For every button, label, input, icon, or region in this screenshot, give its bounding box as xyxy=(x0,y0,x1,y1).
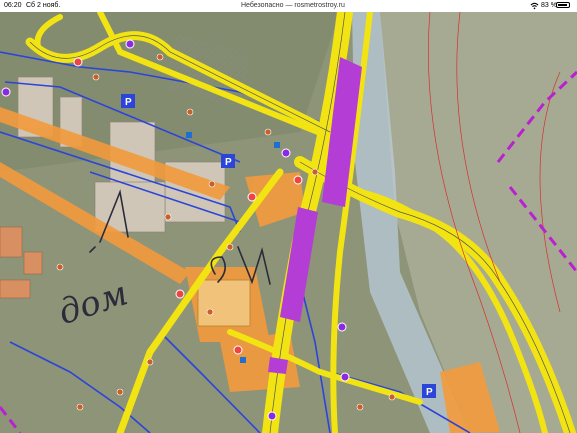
status-bar: 06:20 Сб 2 нояб. Небезопасно — rosmetros… xyxy=(0,0,577,12)
metro-icon xyxy=(281,148,291,158)
metro-icon xyxy=(1,87,11,97)
svg-text:P: P xyxy=(225,157,232,168)
metro-icon xyxy=(340,372,350,382)
metro-exit xyxy=(268,357,288,374)
battery-icon xyxy=(556,2,570,8)
svg-text:P: P xyxy=(125,97,132,108)
bus-stop-icon xyxy=(73,57,83,67)
status-time: 06:20 xyxy=(4,2,22,9)
address-bar-url[interactable]: Небезопасно — rosmetrostroy.ru xyxy=(241,2,345,10)
metro-plan-map[interactable]: дом P P P xyxy=(0,12,577,433)
map-canvas[interactable]: дом P P P xyxy=(0,12,577,433)
mall-building xyxy=(197,279,251,327)
metro-icon xyxy=(125,39,135,49)
svg-text:P: P xyxy=(426,387,433,398)
wifi-icon xyxy=(530,2,539,10)
bus-stop-icon xyxy=(247,192,257,202)
status-date: Сб 2 нояб. xyxy=(26,2,61,9)
pedestrian-crossing-icon xyxy=(240,357,246,363)
pedestrian-crossing-icon xyxy=(186,132,192,138)
bus-stop-icon xyxy=(293,175,303,185)
bus-stop-icon xyxy=(233,345,243,355)
battery-percent: 83 % xyxy=(541,2,557,9)
pedestrian-crossing-icon xyxy=(274,142,280,148)
metro-icon xyxy=(337,322,347,332)
bus-stop-icon xyxy=(175,289,185,299)
metro-icon xyxy=(267,411,277,421)
